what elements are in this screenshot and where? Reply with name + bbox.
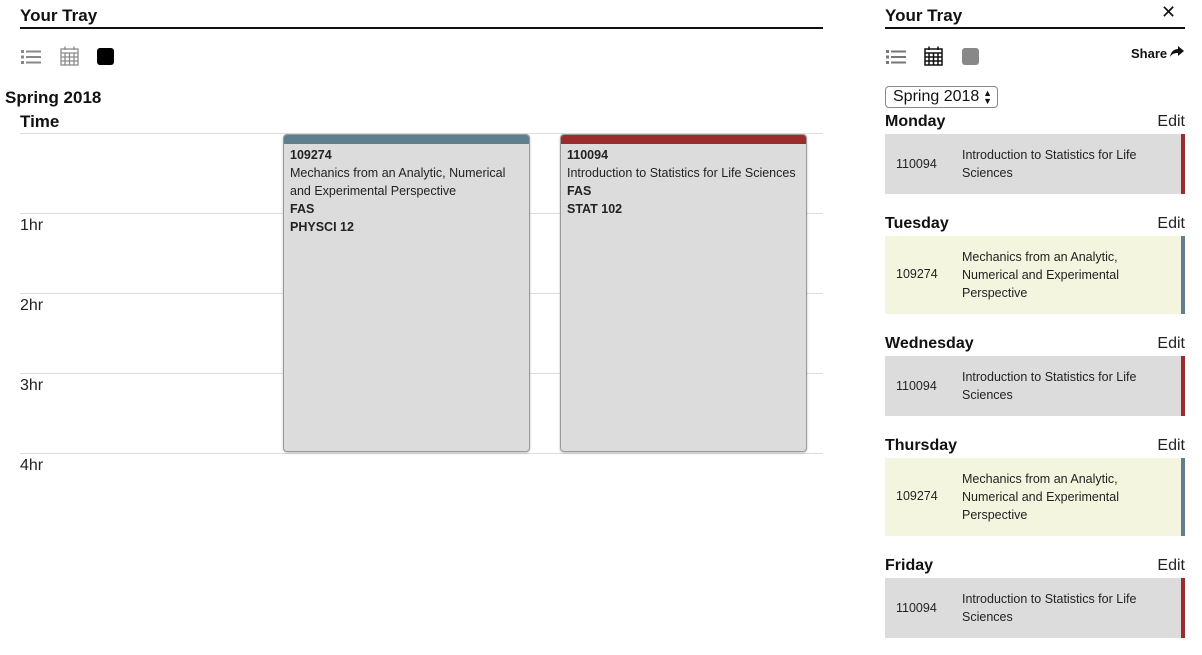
- course-school: FAS: [567, 184, 592, 198]
- time-column-header: Time: [20, 112, 60, 131]
- day-header-monday: Monday Edit: [885, 113, 1185, 133]
- title-divider: [20, 27, 823, 29]
- edit-link[interactable]: Edit: [1157, 113, 1185, 131]
- course-school: FAS: [290, 202, 315, 216]
- day-name: Wednesday: [885, 335, 974, 352]
- calendar-view-icon[interactable]: [922, 45, 944, 67]
- course-color-bar: [284, 135, 529, 144]
- course-number: 109274: [896, 267, 938, 281]
- course-number: 110094: [567, 148, 609, 162]
- day-name: Friday: [885, 557, 934, 574]
- day-header-tuesday: Tuesday Edit: [885, 215, 1185, 235]
- hour-label: 4hr: [20, 457, 44, 474]
- term-heading: Spring 2018: [5, 88, 102, 107]
- course-color-stripe: [1181, 236, 1185, 314]
- term-select[interactable]: Spring 2018 ▲ ▼: [885, 86, 998, 108]
- course-title: Introduction to Statistics for Life Scie…: [962, 592, 1137, 624]
- day-course-item[interactable]: 110094 Introduction to Statistics for Li…: [885, 356, 1185, 416]
- hour-gridline: [20, 453, 823, 454]
- share-arrow-icon: [1170, 46, 1185, 61]
- course-title: Mechanics from an Analytic, Numerical an…: [962, 250, 1120, 300]
- edit-link[interactable]: Edit: [1157, 215, 1185, 233]
- hour-label: 2hr: [20, 297, 44, 314]
- course-title: Introduction to Statistics for Life Scie…: [567, 166, 796, 180]
- day-course-item[interactable]: 110094 Introduction to Statistics for Li…: [885, 578, 1185, 638]
- course-card[interactable]: 109274 Mechanics from an Analytic, Numer…: [283, 134, 530, 452]
- day-name: Thursday: [885, 437, 958, 454]
- share-label: Share: [1131, 46, 1168, 61]
- course-title: Introduction to Statistics for Life Scie…: [962, 370, 1137, 402]
- edit-link[interactable]: Edit: [1157, 557, 1185, 575]
- day-course-item[interactable]: 109274 Mechanics from an Analytic, Numer…: [885, 236, 1185, 314]
- day-course-item[interactable]: 110094 Introduction to Statistics for Li…: [885, 134, 1185, 194]
- list-view-icon[interactable]: [885, 46, 907, 68]
- course-title: Mechanics from an Analytic, Numerical an…: [962, 472, 1120, 522]
- course-code: PHYSCI 12: [290, 220, 354, 234]
- day-header-thursday: Thursday Edit: [885, 437, 1185, 457]
- course-color-stripe: [1181, 578, 1185, 638]
- day-course-item[interactable]: 109274 Mechanics from an Analytic, Numer…: [885, 458, 1185, 536]
- course-color-stripe: [1181, 356, 1185, 416]
- course-title: Mechanics from an Analytic, Numerical an…: [290, 166, 506, 198]
- week-view-icon[interactable]: [94, 45, 116, 67]
- course-number: 109274: [896, 489, 938, 503]
- course-color-stripe: [1181, 134, 1185, 194]
- day-name: Monday: [885, 113, 946, 130]
- day-header-friday: Friday Edit: [885, 557, 1185, 577]
- term-select-value: Spring 2018: [893, 88, 980, 105]
- course-number: 110094: [896, 379, 937, 393]
- sidebar-title-divider: [885, 27, 1185, 29]
- close-icon[interactable]: ✕: [1161, 2, 1176, 23]
- calendar-view-icon[interactable]: [58, 45, 80, 67]
- course-number: 109274: [290, 148, 332, 162]
- course-color-stripe: [1181, 458, 1185, 536]
- sidebar-title: Your Tray: [885, 6, 963, 25]
- hour-label: 1hr: [20, 217, 44, 234]
- course-title: Introduction to Statistics for Life Scie…: [962, 148, 1137, 180]
- day-header-wednesday: Wednesday Edit: [885, 335, 1185, 355]
- course-color-bar: [561, 135, 806, 144]
- hour-label: 3hr: [20, 377, 44, 394]
- course-code: STAT 102: [567, 202, 623, 216]
- course-card[interactable]: 110094 Introduction to Statistics for Li…: [560, 134, 807, 452]
- select-arrows-icon: ▲ ▼: [983, 88, 992, 106]
- list-view-icon[interactable]: [20, 46, 42, 68]
- day-name: Tuesday: [885, 215, 949, 232]
- course-number: 110094: [896, 601, 937, 615]
- week-view-icon[interactable]: [959, 45, 981, 67]
- course-number: 110094: [896, 157, 937, 171]
- edit-link[interactable]: Edit: [1157, 335, 1185, 353]
- edit-link[interactable]: Edit: [1157, 437, 1185, 455]
- tray-title: Your Tray: [20, 6, 98, 25]
- share-button[interactable]: Share: [1131, 46, 1185, 61]
